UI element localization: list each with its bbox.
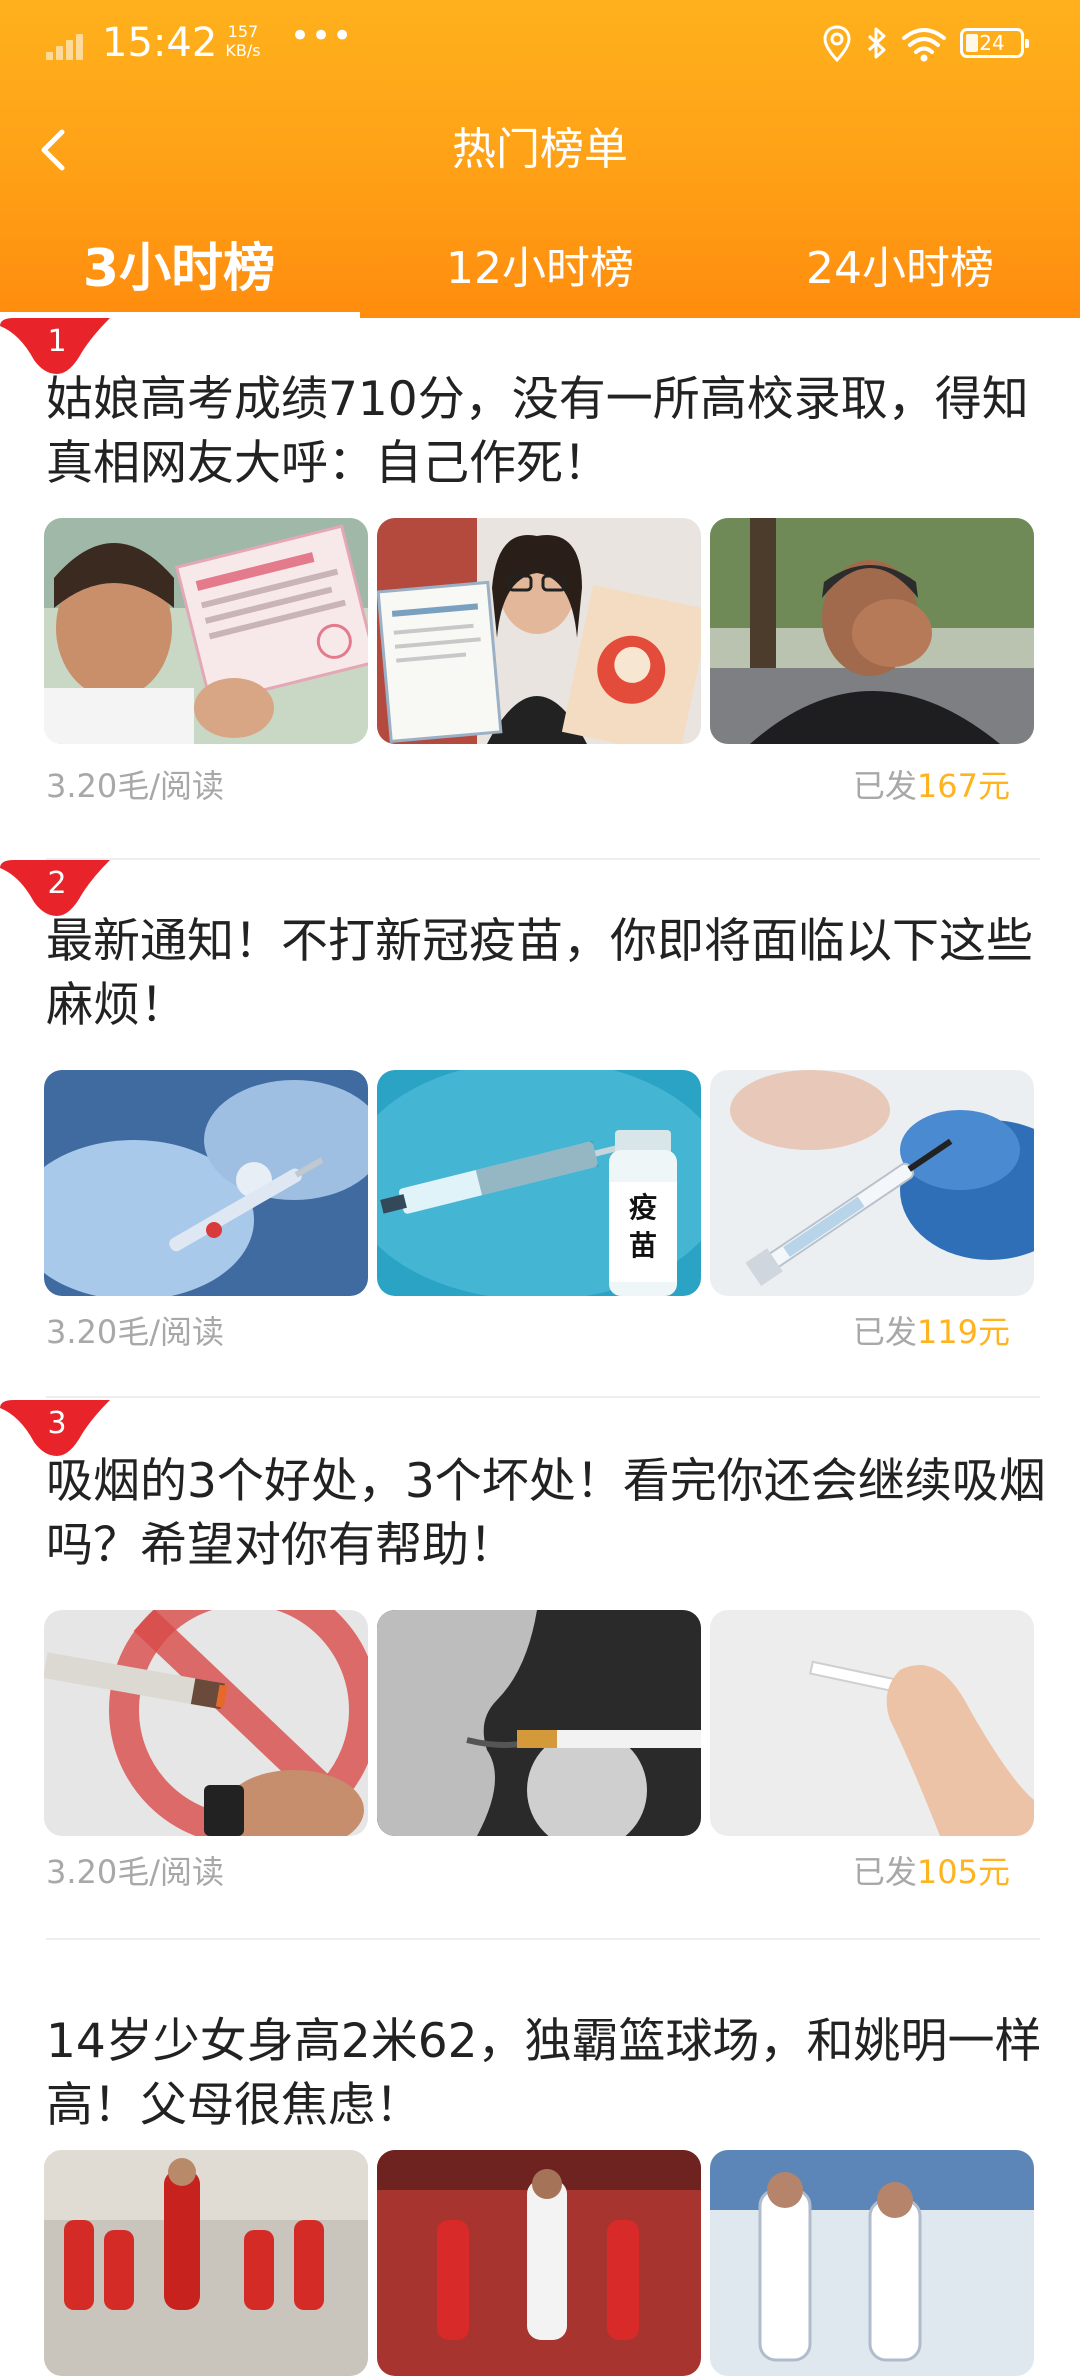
thumbnail-row: [44, 1610, 1038, 1836]
article-item[interactable]: 14岁少女身高2米62，独霸篮球场，和姚明一样高！父母很焦虑！: [0, 1960, 1080, 2376]
divider: [46, 1938, 1040, 1940]
paid-amount: 167元: [916, 767, 1010, 805]
page-title: 热门榜单: [452, 124, 628, 175]
rank-number: 2: [47, 866, 67, 901]
vaccine-vial-label-2: 苗: [629, 1229, 657, 1262]
read-rate: 3.20毛/阅读: [46, 1853, 225, 1891]
network-speed-value: 157: [227, 22, 259, 41]
network-speed-unit: KB/s: [225, 41, 261, 60]
chevron-left-icon: [41, 129, 65, 171]
basketball-game-photo: [377, 2150, 701, 2376]
woman-holding-certificate-photo: [377, 518, 701, 744]
man-covering-face-photo: [710, 518, 1034, 744]
no-smoking-sign-photo: [44, 1610, 368, 1836]
thumbnail-row: [44, 2150, 1038, 2376]
rank-number: 3: [47, 1406, 67, 1441]
bluetooth-icon: [867, 27, 886, 59]
battery-level: 24: [979, 31, 1005, 55]
paid-label: 已发: [852, 1853, 917, 1891]
thumbnail-row: [44, 518, 1038, 744]
rank-badge: 2: [0, 860, 110, 916]
tab-24-hours[interactable]: 24小时榜: [735, 230, 1065, 318]
syringe-and-vaccine-vial-photo: 疫 苗: [377, 1070, 701, 1296]
girls-basketball-team-photo: [44, 2150, 368, 2376]
app-header: 15:42 157 KB/s ••• 24 热门榜单 3小时榜 12小时榜 24…: [0, 0, 1080, 318]
tab-label: 24小时榜: [806, 243, 994, 294]
hand-holding-cigarette-photo: [710, 1610, 1034, 1836]
location-icon: [823, 25, 851, 63]
paid-total: 已发105元: [853, 1850, 1010, 1894]
basketball-players-photo: [710, 2150, 1034, 2376]
signal-icon: [46, 28, 92, 60]
tab-label: 3小时榜: [82, 239, 276, 299]
rank-badge: 1: [0, 318, 110, 374]
tab-12-hours[interactable]: 12小时榜: [375, 230, 705, 318]
article-title: 姑娘高考成绩710分，没有一所高校录取，得知真相网友大呼：自己作死！: [46, 372, 1029, 491]
read-rate: 3.20毛/阅读: [46, 767, 225, 805]
girl-with-admission-letter-photo: [44, 518, 368, 744]
article-title: 吸烟的3个好处，3个坏处！看完你还会继续吸烟吗？希望对你有帮助！: [46, 1454, 1046, 1573]
status-time: 15:42: [102, 20, 218, 66]
article-title: 14岁少女身高2米62，独霸篮球场，和姚明一样高！父母很焦虑！: [46, 2014, 1042, 2133]
paid-label: 已发: [852, 1313, 917, 1351]
syringe-close-up-photo: [710, 1070, 1034, 1296]
tab-3-hours[interactable]: 3小时榜: [14, 230, 344, 318]
network-speed: 157 KB/s: [218, 22, 268, 60]
status-bar: 15:42 157 KB/s ••• 24: [0, 0, 1080, 90]
ranking-tabs: 3小时榜 12小时榜 24小时榜: [0, 230, 1080, 318]
vaccine-vial-label: 疫: [629, 1191, 657, 1224]
paid-amount: 119元: [916, 1313, 1010, 1351]
paid-amount: 105元: [916, 1853, 1010, 1891]
gloved-hands-vaccine-photo: [44, 1070, 368, 1296]
more-notifications-icon: •••: [290, 16, 354, 56]
article-item[interactable]: 1 姑娘高考成绩710分，没有一所高校录取，得知真相网友大呼：自己作死！ 3.2…: [0, 318, 1080, 858]
paid-label: 已发: [852, 767, 917, 805]
rank-number: 1: [47, 324, 67, 359]
back-button[interactable]: [30, 118, 80, 182]
thumbnail-row: 疫 苗: [44, 1070, 1038, 1296]
battery-icon: 24: [960, 28, 1029, 58]
divider: [46, 1396, 1040, 1398]
tab-label: 12小时榜: [446, 243, 634, 294]
article-item[interactable]: 3 吸烟的3个好处，3个坏处！看完你还会继续吸烟吗？希望对你有帮助！ 3.20毛…: [0, 1400, 1080, 1940]
rank-badge: 3: [0, 1400, 110, 1456]
article-title: 最新通知！不打新冠疫苗，你即将面临以下这些麻烦！: [46, 914, 1033, 1033]
paid-total: 已发119元: [853, 1310, 1010, 1354]
wifi-icon: [902, 28, 946, 62]
read-rate: 3.20毛/阅读: [46, 1313, 225, 1351]
article-item[interactable]: 2 最新通知！不打新冠疫苗，你即将面临以下这些麻烦！ 疫 苗 3.20毛/阅读 …: [0, 860, 1080, 1396]
paid-total: 已发167元: [853, 764, 1010, 808]
person-smoking-photo: [377, 1610, 701, 1836]
